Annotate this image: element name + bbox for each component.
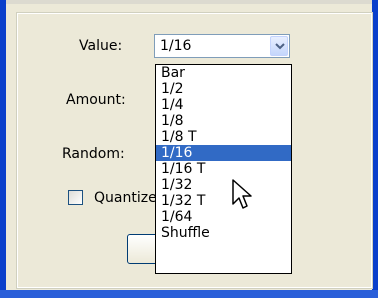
value-combobox-dropdown-button[interactable]	[270, 36, 288, 56]
value-combobox[interactable]: 1/16	[154, 34, 290, 58]
dropdown-option-shuffle[interactable]: Shuffle	[156, 225, 291, 241]
dropdown-option-1-4[interactable]: 1/4	[156, 97, 291, 113]
chevron-down-icon	[275, 43, 285, 50]
dropdown-option-bar[interactable]: Bar	[156, 65, 291, 81]
dropdown-option-1-16[interactable]: 1/16	[156, 145, 291, 161]
quantize-label[interactable]: Quantize	[94, 190, 157, 206]
dropdown-option-1-2[interactable]: 1/2	[156, 81, 291, 97]
frame-right-edge	[372, 0, 378, 298]
dropdown-option-1-8-t[interactable]: 1/8 T	[156, 129, 291, 145]
dropdown-option-1-64[interactable]: 1/64	[156, 209, 291, 225]
random-label: Random:	[62, 146, 125, 162]
value-dropdown-list[interactable]: Bar 1/2 1/4 1/8 1/8 T 1/16 1/16 T 1/32 1…	[155, 64, 292, 274]
value-combobox-text: 1/16	[160, 38, 192, 54]
dropdown-option-1-32[interactable]: 1/32	[156, 177, 291, 193]
mouse-pointer-icon	[231, 178, 257, 218]
dropdown-option-1-8[interactable]: 1/8	[156, 113, 291, 129]
amount-label: Amount:	[66, 92, 126, 108]
dropdown-option-1-16-t[interactable]: 1/16 T	[156, 161, 291, 177]
quantize-checkbox[interactable]	[68, 190, 83, 205]
value-label: Value:	[79, 38, 123, 54]
window-frame: Value: Amount: Random: 1/16 Quantize Bar…	[0, 0, 378, 298]
frame-bottom-edge	[0, 290, 378, 298]
dropdown-option-1-32-t[interactable]: 1/32 T	[156, 193, 291, 209]
